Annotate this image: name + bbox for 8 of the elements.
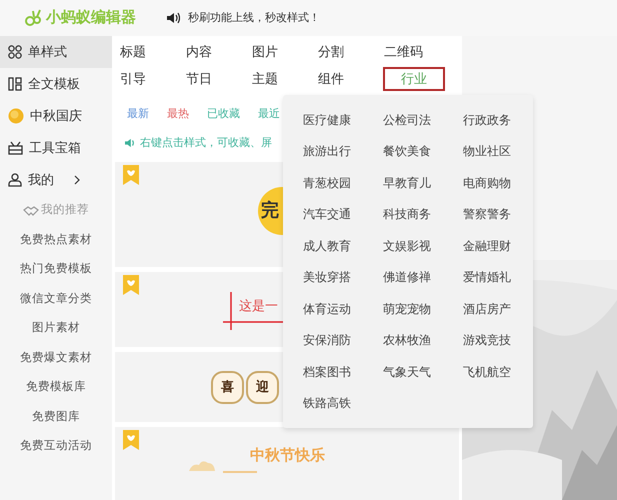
card-title: 这是一 [239,296,278,314]
notice-text: 秒刷功能上线，秒改样式！ [188,10,320,26]
card-title: 完 [261,199,279,222]
logo-text: 小蚂蚁编辑器 [46,8,136,28]
card-title: 中秋节快乐 [250,446,325,466]
tip-text: 右键点击样式，可收藏、屏 [140,136,272,151]
seal-badge: 喜 [211,370,244,404]
seal-badge: 迎 [246,370,279,404]
